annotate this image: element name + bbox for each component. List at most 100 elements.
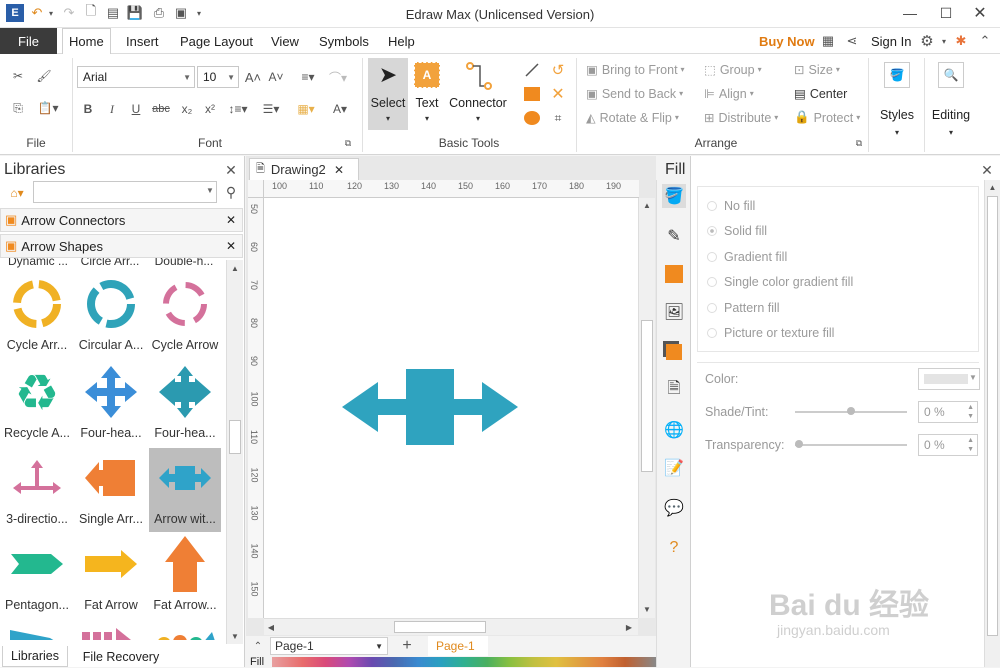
settings-gear-icon[interactable]: ⚙ [918, 32, 936, 50]
font-color-icon[interactable]: A▾ [327, 99, 353, 119]
transparency-spinner[interactable]: 0 % ▲ ▼ [918, 434, 978, 456]
library-search-input[interactable] [33, 181, 217, 203]
fill-option-picture-texture[interactable]: Picture or texture fill [707, 326, 834, 340]
canvas-horizontal-scrollbar[interactable]: ◀ ▶ [264, 618, 638, 635]
text-tool-button[interactable]: A Text ▾ [410, 58, 444, 130]
scroll-down-icon[interactable]: ▼ [227, 628, 243, 644]
spinner-arrows-icon[interactable]: ▲ ▼ [967, 436, 974, 454]
shape-pentagon-arrow[interactable]: Pentagon... [1, 534, 73, 618]
send-to-back-button[interactable]: ▣ Send to Back ▾ [586, 86, 683, 102]
canvas-hscroll-thumb[interactable] [394, 621, 486, 633]
shape-partial-3[interactable] [156, 630, 216, 640]
collapse-pages-icon[interactable]: ⌃ [252, 639, 264, 653]
shape-fat-arrow[interactable]: Fat Arrow [75, 534, 147, 618]
undo-dropdown-icon[interactable]: ▾ [42, 4, 60, 22]
shape-cycle-arrow[interactable]: Cycle Arr... [1, 274, 73, 358]
text-highlight-icon[interactable]: ▦▾ [292, 99, 320, 119]
tab-libraries[interactable]: Libraries [2, 646, 68, 667]
cross-tool-icon[interactable]: ✕ [548, 84, 568, 104]
file-menu-button[interactable]: File [0, 28, 57, 54]
shape-four-head-arrow-2[interactable]: Four-hea... [149, 362, 221, 446]
font-dialog-launcher-icon[interactable]: ⧉ [342, 137, 354, 149]
superscript-icon[interactable]: x² [201, 99, 219, 119]
italic-icon[interactable]: I [104, 99, 120, 119]
distribute-button[interactable]: ⊞ Distribute ▾ [704, 110, 778, 126]
copy-icon[interactable]: ⎘ [8, 98, 28, 118]
close-section-icon[interactable]: ✕ [226, 239, 236, 253]
grow-font-icon[interactable]: A˄ [244, 67, 262, 87]
shape-four-head-arrow[interactable]: Four-hea... [75, 362, 147, 446]
open-folder-icon[interactable]: ▤ [104, 4, 122, 22]
layers-icon[interactable] [662, 340, 686, 364]
shade-slider-handle[interactable] [847, 407, 855, 415]
arrange-dialog-launcher-icon[interactable]: ⧉ [853, 137, 865, 149]
protect-button[interactable]: 🔒 Protect ▾ [794, 110, 860, 125]
gallery-icon[interactable]: ▦ [819, 32, 837, 50]
tab-page-layout[interactable]: Page Layout [174, 28, 259, 54]
shade-tint-spinner[interactable]: 0 % ▲ ▼ [918, 401, 978, 423]
rectangle-tool-icon[interactable] [522, 84, 542, 104]
rotate-flip-button[interactable]: ◭ Rotate & Flip ▾ [586, 110, 679, 126]
buy-now-link[interactable]: Buy Now [753, 28, 821, 54]
scroll-right-icon[interactable]: ▶ [622, 619, 636, 635]
active-page-tab[interactable]: Page-1 [428, 636, 488, 656]
underline-icon[interactable]: U [128, 99, 144, 119]
save-icon[interactable]: 💾 [126, 4, 144, 22]
print-icon[interactable]: ⎙ [150, 4, 168, 22]
collapse-ribbon-icon[interactable]: ⌃ [976, 32, 994, 50]
cut-icon[interactable]: ✂ [8, 66, 28, 86]
text-align-icon[interactable]: ≡▾ [295, 67, 321, 87]
tab-home[interactable]: Home [62, 28, 111, 54]
comment-icon[interactable]: 💬 [662, 496, 686, 520]
align-button[interactable]: ⊫ Align ▾ [704, 86, 754, 102]
share-icon[interactable]: ⋖ [843, 32, 861, 50]
redo-icon[interactable]: ↷ [60, 4, 78, 22]
shape-circular-arrow[interactable]: Circular A... [75, 274, 147, 358]
canvas-vertical-scrollbar[interactable]: ▲ ▼ [638, 198, 655, 618]
double-arrow-shape[interactable] [342, 369, 518, 445]
shape-partial-2[interactable] [82, 628, 138, 640]
tab-insert[interactable]: Insert [120, 28, 165, 54]
shadow-icon[interactable] [662, 262, 686, 286]
select-tool-button[interactable]: ➤ Select ▾ [368, 58, 408, 130]
shape-partial-1[interactable] [10, 624, 60, 640]
transparency-slider-handle[interactable] [795, 440, 803, 448]
paste-icon[interactable]: 📋▾ [34, 98, 62, 118]
subscript-icon[interactable]: x₂ [178, 99, 196, 119]
line-tool-icon[interactable] [522, 60, 542, 80]
close-libraries-icon[interactable]: ✕ [223, 162, 239, 178]
fill-option-pattern-fill[interactable]: Pattern fill [707, 301, 780, 315]
notes-icon[interactable]: 📝 [662, 456, 686, 480]
shape-recycle-arrow[interactable]: ♻ Recycle A... [1, 362, 73, 446]
fill-option-solid-fill[interactable]: Solid fill [707, 224, 767, 238]
sign-in-link[interactable]: Sign In [865, 28, 917, 54]
export-icon[interactable]: ▣ [172, 4, 190, 22]
crop-tool-icon[interactable]: ⌗ [548, 108, 568, 128]
fill-panel-scrollbar[interactable]: ▲ [984, 180, 1000, 667]
scroll-left-icon[interactable]: ◀ [264, 619, 278, 635]
shrink-font-icon[interactable]: A˅ [267, 67, 285, 87]
help-icon[interactable]: ? [662, 536, 686, 560]
format-painter-icon[interactable]: 🖌 [34, 66, 54, 86]
shape-cycle-arrow-pink[interactable]: Cycle Arrow [149, 274, 221, 358]
tab-file-recovery[interactable]: File Recovery [76, 646, 166, 667]
tab-help[interactable]: Help [382, 28, 421, 54]
text-wrap-icon[interactable]: ⌒▾ [325, 67, 351, 87]
shape-fat-arrow-up[interactable]: Fat Arrow... [149, 534, 221, 618]
styles-button[interactable]: 🪣 Styles ▾ [874, 58, 920, 148]
minimize-icon[interactable]: — [890, 2, 930, 24]
image-icon[interactable]: 🖼 [662, 300, 686, 324]
settings-dropdown-icon[interactable]: ▾ [935, 32, 953, 50]
tab-symbols[interactable]: Symbols [313, 28, 375, 54]
bullets-icon[interactable]: ☰▾ [258, 99, 284, 119]
arc-tool-icon[interactable]: ↺ [548, 60, 568, 80]
transparency-slider[interactable] [795, 440, 907, 448]
line-style-icon[interactable]: ✎ [662, 224, 686, 248]
scroll-up-icon[interactable]: ▲ [639, 198, 655, 212]
size-button[interactable]: ⊡ Size ▾ [794, 62, 840, 78]
new-file-icon[interactable]: 🗋 [82, 3, 100, 22]
bring-to-front-button[interactable]: ▣ Bring to Front ▾ [586, 62, 685, 78]
ellipse-tool-icon[interactable] [522, 108, 542, 128]
library-scroll-thumb[interactable] [229, 420, 241, 454]
page-selector[interactable]: Page-1 ▼ [270, 637, 388, 655]
